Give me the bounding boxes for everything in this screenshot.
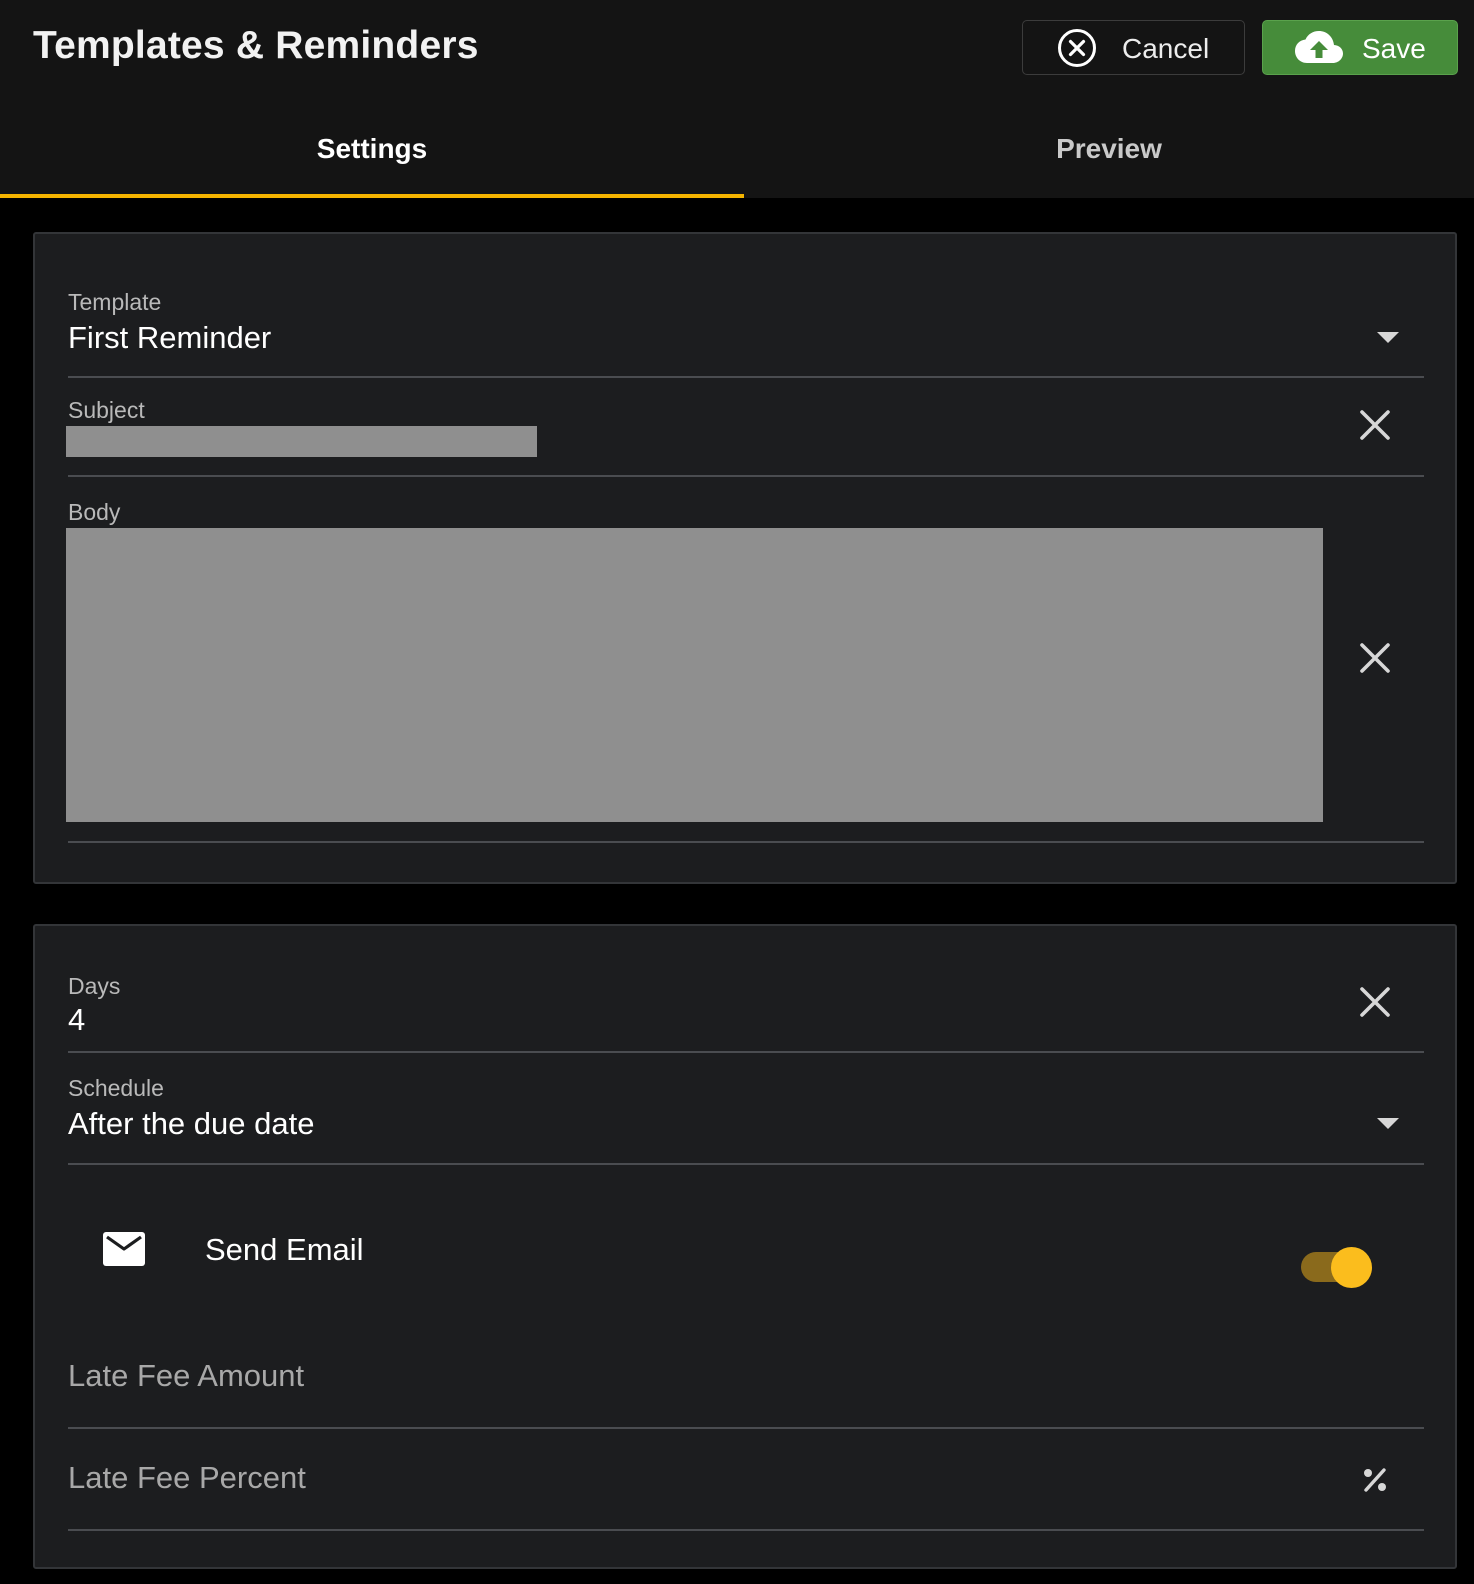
caret-down-icon[interactable] — [1376, 331, 1400, 345]
late-fee-percent-field[interactable]: Late Fee Percent — [68, 1448, 1424, 1538]
caret-down-icon[interactable] — [1376, 1117, 1400, 1131]
cancel-button-label: Cancel — [1122, 33, 1210, 64]
app-header: Templates & Reminders Cancel Save Settin… — [0, 0, 1474, 198]
late-fee-amount-field[interactable]: Late Fee Amount — [68, 1346, 1424, 1436]
subject-underline — [68, 475, 1424, 477]
subject-redacted-text — [66, 426, 537, 457]
template-select[interactable]: Template First Reminder — [68, 286, 1424, 382]
body-redacted-text — [66, 528, 1323, 822]
tab-preview[interactable]: Preview — [744, 100, 1474, 198]
subject-label: Subject — [68, 397, 145, 423]
late-fee-amount-placeholder: Late Fee Amount — [68, 1358, 305, 1393]
days-label: Days — [68, 973, 121, 999]
page-title: Templates & Reminders — [33, 24, 479, 67]
mail-icon — [103, 1232, 145, 1266]
schedule-value: After the due date — [68, 1106, 315, 1141]
send-email-row[interactable]: Send Email — [35, 1176, 1455, 1276]
template-card: Template First Reminder Subject Body — [33, 232, 1457, 884]
tab-settings[interactable]: Settings — [0, 100, 744, 198]
late-fee-amount-underline — [68, 1427, 1424, 1429]
cancel-button[interactable]: Cancel — [1022, 20, 1245, 75]
subject-field[interactable]: Subject — [66, 394, 1424, 484]
cloud-upload-icon — [1295, 31, 1343, 63]
send-email-label: Send Email — [205, 1232, 364, 1267]
body-label: Body — [68, 499, 121, 525]
body-field[interactable]: Body — [66, 496, 1424, 846]
schedule-select[interactable]: Schedule After the due date — [68, 1072, 1424, 1172]
template-underline — [68, 376, 1424, 378]
late-fee-percent-placeholder: Late Fee Percent — [68, 1460, 306, 1495]
close-icon[interactable] — [1358, 985, 1392, 1019]
late-fee-percent-underline — [68, 1529, 1424, 1531]
days-field[interactable]: Days 4 — [68, 970, 1424, 1060]
days-value: 4 — [68, 1002, 86, 1037]
save-button[interactable]: Save — [1262, 20, 1458, 75]
send-email-toggle[interactable] — [1331, 1247, 1372, 1288]
active-tab-indicator — [0, 194, 744, 198]
close-icon[interactable] — [1358, 408, 1392, 442]
schedule-label: Schedule — [68, 1075, 164, 1101]
template-value: First Reminder — [68, 320, 272, 355]
days-underline — [68, 1051, 1424, 1053]
template-label: Template — [68, 289, 162, 315]
reminder-settings-card: Days 4 Schedule After the due date Send … — [33, 924, 1457, 1569]
save-button-label: Save — [1362, 33, 1426, 64]
x-circle-icon — [1058, 29, 1096, 67]
schedule-underline — [68, 1163, 1424, 1165]
percent-icon — [1364, 1468, 1386, 1492]
close-icon[interactable] — [1358, 641, 1392, 675]
body-underline — [68, 841, 1424, 843]
